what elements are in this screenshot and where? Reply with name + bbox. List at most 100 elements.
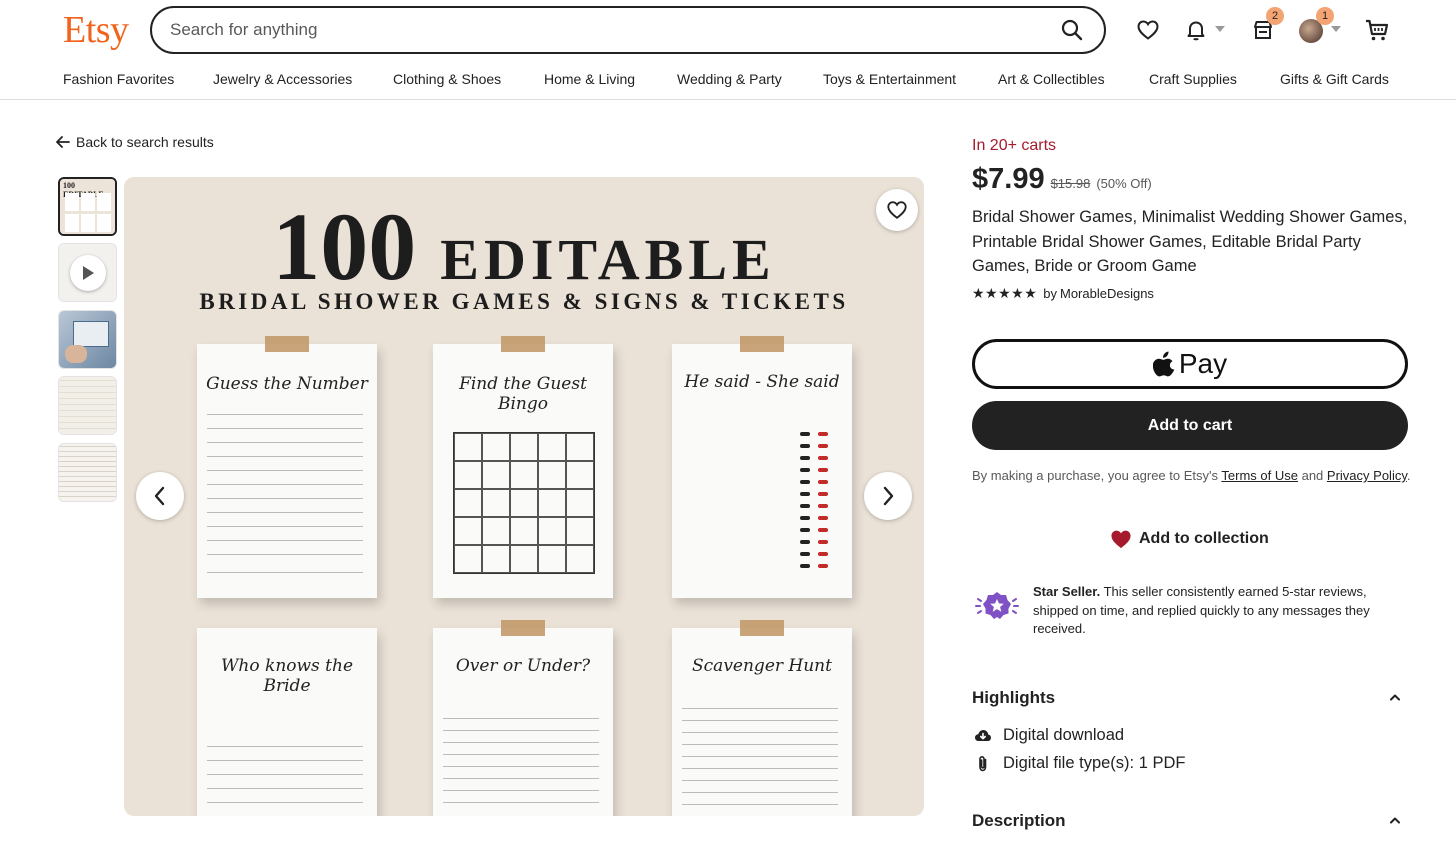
cloud-download-icon [975, 729, 991, 741]
thumbnail-4[interactable] [58, 376, 117, 435]
image-subtitle: BRIDAL SHOWER GAMES & SIGNS & TICKETS [199, 289, 849, 314]
thumbnail-1[interactable]: 100 EDITABLE [58, 177, 117, 236]
game-card-he-said-she-said: He said - She said [672, 336, 852, 598]
star-rating[interactable]: ★★★★★ [972, 285, 1037, 302]
add-to-collection-label: Add to collection [1139, 530, 1269, 547]
game-card-title: Guess the Number [206, 374, 368, 394]
game-card-guest-bingo: Find the Guest Bingo [433, 336, 613, 598]
shop-manager-badge: 2 [1266, 7, 1284, 25]
nav-item-clothing-shoes[interactable]: Clothing & Shoes [393, 71, 501, 87]
thumbnail-3[interactable] [58, 310, 117, 369]
image-title-word: EDITABLE [440, 227, 776, 292]
image-title: 100 EDITABLE [124, 191, 924, 302]
thumbnail-image [59, 311, 116, 368]
description-heading[interactable]: Description [972, 811, 1066, 831]
star-seller-title: Star Seller. [1033, 584, 1101, 599]
terms-suffix: . [1406, 468, 1411, 483]
chevron-right-icon [883, 486, 894, 506]
game-card-title: Scavenger Hunt [692, 656, 832, 676]
highlight-label: Digital file type(s): 1 PDF [1003, 754, 1186, 772]
back-to-search-link[interactable]: Back to search results [56, 134, 214, 150]
back-to-search-label: Back to search results [76, 134, 214, 150]
search-button[interactable] [1060, 18, 1086, 44]
search-bar [150, 6, 1106, 54]
main-product-image[interactable]: 100 EDITABLE BRIDAL SHOWER GAMES & SIGNS … [124, 177, 924, 816]
terms-prefix: By making a purchase, you agree to Etsy'… [972, 468, 1218, 483]
add-to-cart-button[interactable]: Add to cart [972, 401, 1408, 450]
profile-badge: 1 [1316, 7, 1334, 25]
previous-image-button[interactable] [136, 472, 184, 520]
play-icon [70, 255, 106, 291]
tape [501, 620, 545, 636]
sale-price: $7.99 [972, 163, 1045, 195]
thumbnail-2-video[interactable] [58, 243, 117, 302]
highlights-heading[interactable]: Highlights [972, 688, 1055, 708]
paperclip-icon [979, 755, 987, 771]
bell-icon [1187, 21, 1205, 41]
apple-pay-button[interactable]: Pay [972, 339, 1408, 389]
tape [501, 336, 545, 352]
image-title-number: 100 [272, 193, 417, 300]
product-title: Bridal Shower Games, Minimalist Wedding … [972, 208, 1408, 275]
game-card-who-knows-bride: Who knows the Bride [197, 628, 377, 816]
purchase-terms: By making a purchase, you agree to Etsy'… [972, 467, 1412, 485]
tape [265, 336, 309, 352]
apple-pay-label: Pay [1178, 348, 1228, 379]
game-card-title: Who knows the Bride [220, 656, 354, 696]
add-to-collection-button[interactable]: Add to collection [1110, 529, 1269, 549]
seller-link[interactable]: MorableDesigns [1060, 286, 1154, 301]
site-header: Etsy 2 1 [0, 0, 1456, 100]
highlight-label: Digital download [1003, 726, 1125, 744]
search-icon [1061, 19, 1083, 41]
favorites-button[interactable] [1132, 14, 1164, 46]
tape [740, 620, 784, 636]
arrow-left-icon [56, 136, 70, 148]
game-card-title: Find the Guest Bingo [459, 374, 587, 414]
terms-of-use-link[interactable]: Terms of Use [1221, 468, 1298, 483]
highlight-digital-download: Digital download [974, 726, 1124, 745]
star-seller-icon [975, 592, 1019, 619]
notifications-caret-icon[interactable] [1215, 26, 1225, 32]
chevron-up-icon[interactable] [1388, 815, 1402, 825]
nav-item-fashion-favorites[interactable]: Fashion Favorites [63, 71, 174, 87]
game-card-scavenger-hunt: Scavenger Hunt [672, 620, 852, 816]
nav-item-craft-supplies[interactable]: Craft Supplies [1149, 71, 1237, 87]
game-card-over-under: Over or Under? [433, 620, 613, 816]
nav-item-wedding-party[interactable]: Wedding & Party [677, 71, 782, 87]
original-price: $15.98 [1050, 176, 1091, 191]
rating-row: ★★★★★ by MorableDesigns [972, 285, 1154, 302]
price-block: $7.99 $15.98 (50% Off) [972, 163, 1152, 196]
heart-filled-icon [1111, 530, 1131, 549]
thumbnail-image [59, 444, 116, 501]
add-to-favorites-button[interactable] [876, 189, 918, 231]
in-carts-badge: In 20+ carts [972, 137, 1057, 154]
terms-and: and [1301, 468, 1324, 483]
chevron-up-icon[interactable] [1388, 692, 1402, 702]
discount-label: (50% Off) [1096, 176, 1152, 191]
search-input[interactable] [170, 8, 1030, 52]
next-image-button[interactable] [864, 472, 912, 520]
thumbnail-image: 100 EDITABLE [60, 179, 115, 234]
bingo-grid [453, 432, 595, 574]
nav-item-gifts-gift-cards[interactable]: Gifts & Gift Cards [1280, 71, 1389, 87]
apple-logo-icon [1152, 351, 1175, 377]
nav-item-jewelry-accessories[interactable]: Jewelry & Accessories [213, 71, 352, 87]
game-card-title: He said - She said [684, 372, 840, 392]
nav-item-art-collectibles[interactable]: Art & Collectibles [998, 71, 1105, 87]
etsy-logo[interactable]: Etsy [63, 8, 129, 52]
cart-icon [1366, 19, 1389, 41]
heart-outline-icon [1137, 20, 1159, 40]
seller-prefix: by [1043, 286, 1057, 301]
chevron-left-icon [154, 486, 165, 506]
thumbnail-image [59, 377, 116, 434]
notifications-button[interactable] [1180, 14, 1212, 46]
game-card-title: Over or Under? [455, 656, 591, 676]
star-seller-text: Star Seller. This seller consistently ea… [1033, 583, 1413, 639]
nav-item-home-living[interactable]: Home & Living [544, 71, 635, 87]
thumbnail-5[interactable] [58, 443, 117, 502]
privacy-policy-link[interactable]: Privacy Policy [1327, 468, 1407, 483]
heart-outline-icon [887, 201, 907, 219]
profile-caret-icon[interactable] [1331, 26, 1341, 32]
cart-button[interactable] [1361, 14, 1393, 46]
nav-item-toys-entertainment[interactable]: Toys & Entertainment [823, 71, 956, 87]
